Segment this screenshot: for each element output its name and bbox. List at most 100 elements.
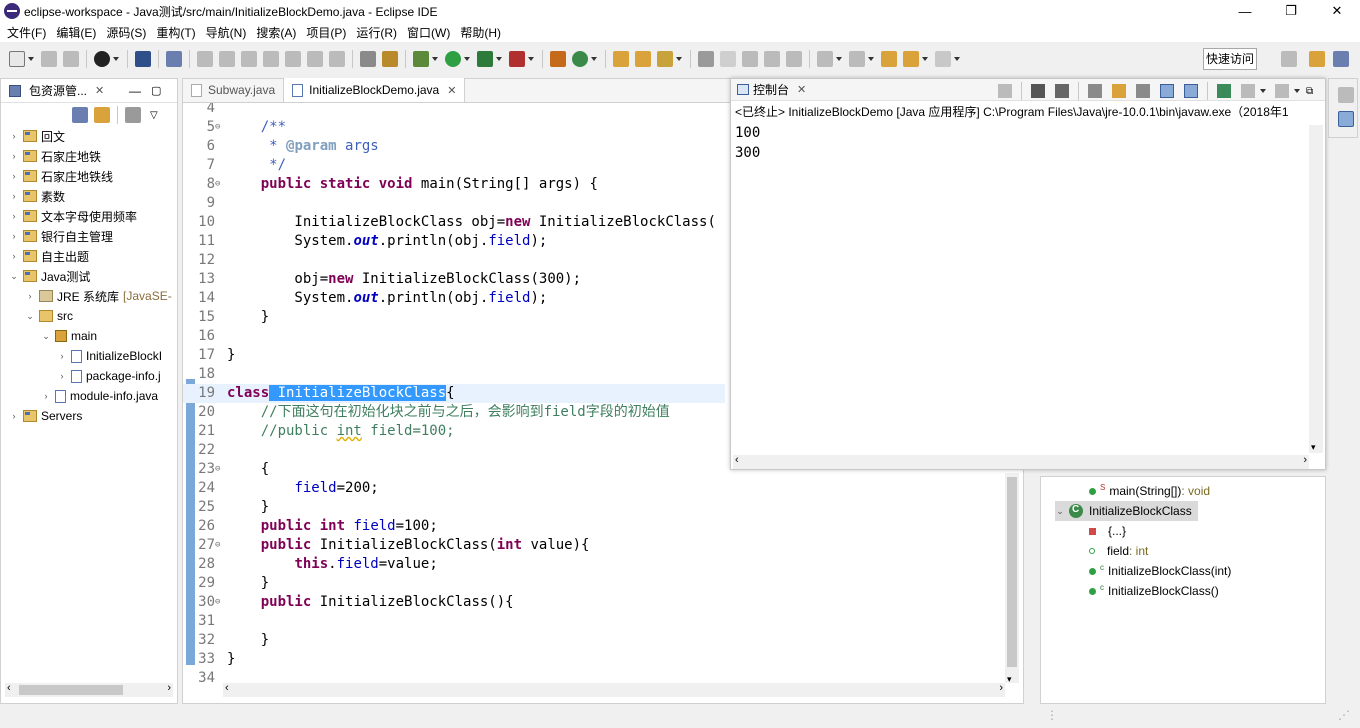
package-explorer-tab[interactable]: 包资源管... ✕ — ▢ — [1, 79, 177, 103]
open-task-icon[interactable] — [635, 51, 651, 67]
java-ee-perspective-icon[interactable] — [1309, 51, 1325, 67]
word-wrap-icon[interactable] — [764, 51, 780, 67]
expand-icon[interactable]: › — [57, 351, 67, 361]
menu-help[interactable]: 帮助(H) — [455, 24, 506, 41]
horizontal-scrollbar[interactable]: ‹ › — [223, 682, 1005, 697]
drop-to-frame-icon[interactable] — [360, 51, 376, 67]
menu-run[interactable]: 运行(R) — [351, 24, 402, 41]
expand-icon[interactable]: › — [9, 171, 19, 181]
terminal-icon[interactable] — [135, 51, 151, 67]
suspend-icon[interactable] — [219, 51, 235, 67]
menu-search[interactable]: 搜索(A) — [251, 24, 301, 41]
close-button[interactable]: ✕ — [1314, 0, 1360, 22]
disconnect-icon[interactable] — [263, 51, 279, 67]
external-tools-icon[interactable] — [509, 51, 525, 67]
console-output[interactable]: 100 300 — [731, 123, 1325, 163]
show-on-stdout-icon[interactable] — [1160, 84, 1174, 98]
collapse-icon[interactable]: ⌄ — [25, 311, 35, 322]
tree-item[interactable]: › module-info.java — [41, 386, 159, 406]
tree-item[interactable]: › 文本字母使用频率 — [9, 206, 138, 226]
chevron-down-icon[interactable] — [496, 57, 502, 61]
tree-item[interactable]: › package-info.j — [57, 366, 161, 386]
last-edit-location-icon[interactable] — [881, 51, 897, 67]
menu-navigate[interactable]: 导航(N) — [201, 24, 252, 41]
expand-icon[interactable]: › — [9, 131, 19, 141]
close-icon[interactable]: ✕ — [797, 83, 806, 96]
scroll-down-icon[interactable]: ▾ — [1311, 442, 1316, 453]
fold-icon[interactable]: ⊖ — [215, 118, 220, 137]
terminate-icon[interactable] — [998, 84, 1012, 98]
resume-icon[interactable] — [197, 51, 213, 67]
close-icon[interactable]: ✕ — [95, 84, 104, 97]
coverage-icon[interactable] — [477, 51, 493, 67]
scroll-right-icon[interactable]: › — [1303, 454, 1307, 466]
tree-item[interactable]: › 银行自主管理 — [9, 226, 114, 246]
chevron-down-icon[interactable] — [432, 57, 438, 61]
search-icon[interactable] — [657, 51, 673, 67]
chevron-down-icon[interactable] — [922, 57, 928, 61]
tree-item[interactable]: › 自主出题 — [9, 246, 90, 266]
menu-file[interactable]: 文件(F) — [2, 24, 51, 41]
horizontal-scrollbar[interactable]: ‹ › — [733, 454, 1309, 469]
restore-icon[interactable] — [1338, 87, 1354, 103]
chevron-down-icon[interactable] — [868, 57, 874, 61]
scrollbar-thumb[interactable] — [19, 685, 123, 695]
show-whitespace-icon[interactable] — [786, 51, 802, 67]
console-icon[interactable] — [1338, 111, 1354, 127]
new-java-class-icon[interactable] — [572, 51, 588, 67]
scroll-right-icon[interactable]: › — [167, 682, 171, 694]
tree-item[interactable]: › 回文 — [9, 126, 66, 146]
save-all-icon[interactable] — [63, 51, 79, 67]
chevron-down-icon[interactable] — [836, 57, 842, 61]
open-perspective-icon[interactable] — [1281, 51, 1297, 67]
tree-item[interactable]: ⌄ Java测试 — [9, 266, 90, 286]
minimize-view-icon[interactable]: — — [129, 84, 141, 98]
resize-grip-icon[interactable]: ⋰ — [1338, 708, 1350, 722]
expand-icon[interactable]: › — [9, 211, 19, 221]
menu-refactor[interactable]: 重构(T) — [151, 24, 200, 41]
collapse-icon[interactable]: ⌄ — [41, 331, 51, 342]
chevron-down-icon[interactable] — [28, 57, 34, 61]
outline-item[interactable]: S main(String[]) : void — [1089, 481, 1210, 501]
tree-item[interactable]: › 石家庄地铁线 — [9, 166, 114, 186]
skip-breakpoints-icon[interactable] — [166, 51, 182, 67]
view-menu-icon[interactable]: ▽ — [150, 110, 158, 121]
expand-icon[interactable]: › — [9, 411, 19, 421]
fold-icon[interactable]: ⊖ — [215, 460, 220, 479]
maximize-view-icon[interactable]: ▢ — [151, 84, 161, 97]
expand-icon[interactable]: › — [9, 251, 19, 261]
new-icon[interactable] — [9, 51, 25, 67]
chevron-down-icon[interactable] — [954, 57, 960, 61]
outline-item[interactable]: field : int — [1089, 541, 1148, 561]
scroll-left-icon[interactable]: ‹ — [7, 682, 11, 694]
word-wrap-icon[interactable] — [1136, 84, 1150, 98]
focus-icon[interactable] — [125, 107, 141, 123]
tree-item[interactable]: › JRE 系统库 [JavaSE- — [25, 286, 172, 306]
menu-project[interactable]: 项目(P) — [301, 24, 351, 41]
pin-console-icon[interactable] — [1217, 84, 1231, 98]
step-into-icon[interactable] — [285, 51, 301, 67]
open-console-icon[interactable] — [1275, 84, 1289, 98]
scrollbar-thumb[interactable] — [1007, 477, 1017, 667]
debug-icon[interactable] — [413, 51, 429, 67]
scroll-left-icon[interactable]: ‹ — [225, 682, 229, 694]
outline-item[interactable]: c InitializeBlockClass() — [1089, 581, 1219, 601]
chevron-down-icon[interactable] — [1260, 89, 1266, 93]
expand-icon[interactable]: › — [9, 191, 19, 201]
restore-view-icon[interactable]: ⧉ — [1306, 86, 1313, 97]
toggle-edit-icon[interactable] — [720, 51, 736, 67]
chevron-down-icon[interactable] — [676, 57, 682, 61]
clear-console-icon[interactable] — [1088, 84, 1102, 98]
expand-icon[interactable]: › — [9, 231, 19, 241]
use-step-filters-icon[interactable] — [382, 51, 398, 67]
new-java-package-icon[interactable] — [550, 51, 566, 67]
expand-icon[interactable]: › — [9, 151, 19, 161]
block-selection-icon[interactable] — [742, 51, 758, 67]
run-icon[interactable] — [445, 51, 461, 67]
remove-all-terminated-icon[interactable] — [1055, 84, 1069, 98]
terminate-icon[interactable] — [241, 51, 257, 67]
step-return-icon[interactable] — [329, 51, 345, 67]
display-console-icon[interactable] — [1241, 84, 1255, 98]
vertical-scrollbar[interactable]: ▾ — [1005, 473, 1019, 684]
outline-item[interactable]: {...} — [1089, 521, 1126, 541]
